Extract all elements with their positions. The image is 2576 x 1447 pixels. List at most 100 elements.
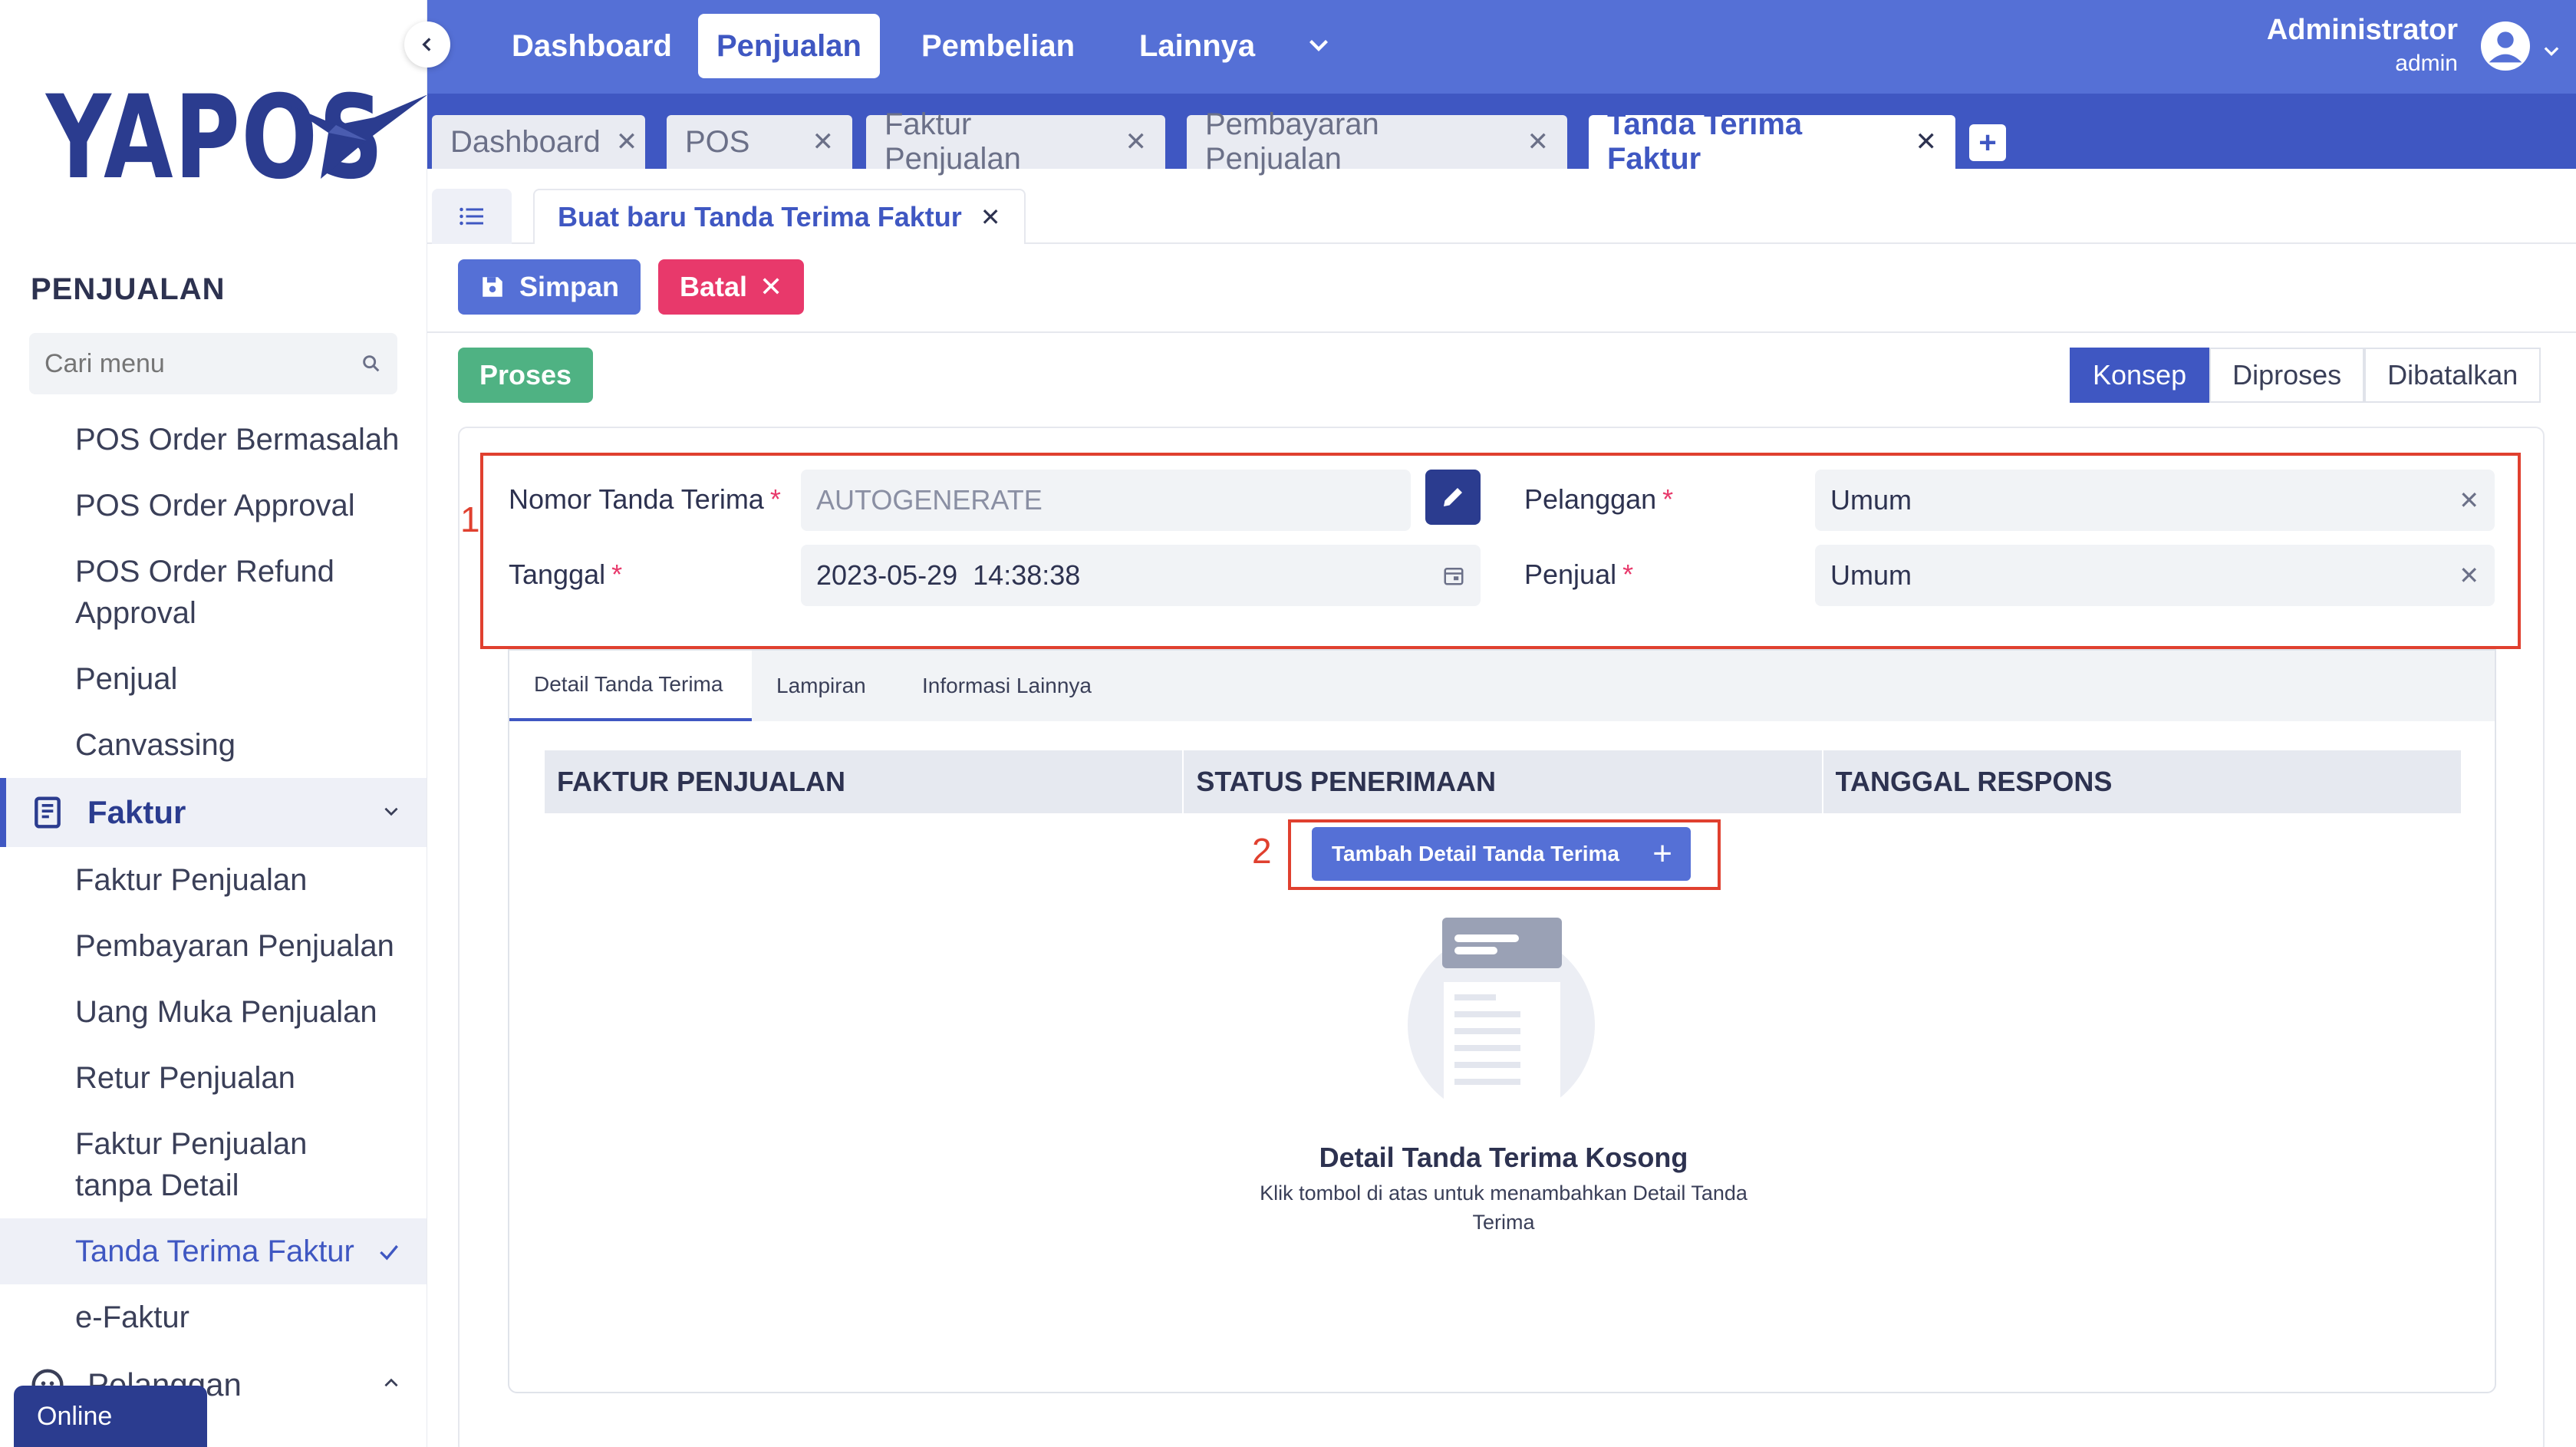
- sidebar-item-e-faktur[interactable]: e-Faktur: [0, 1284, 427, 1350]
- required-marker: *: [611, 559, 623, 590]
- user-menu[interactable]: Administrator admin: [2266, 11, 2576, 87]
- penjual-label-text: Penjual: [1524, 559, 1617, 590]
- nav-penjualan[interactable]: Penjualan: [698, 14, 880, 78]
- sidebar-item-retur-penjualan[interactable]: Retur Penjualan: [0, 1045, 427, 1111]
- nav-pembelian[interactable]: Pembelian: [903, 14, 1093, 78]
- user-name: Administrator: [2266, 14, 2458, 46]
- tanggal-label-text: Tanggal: [509, 559, 606, 590]
- chevron-down-icon[interactable]: [1305, 31, 1332, 58]
- sidebar-item-label: Tanda Terima Faktur: [75, 1234, 354, 1268]
- sidebar-search-input[interactable]: [44, 348, 351, 379]
- edit-number-button[interactable]: [1425, 470, 1481, 525]
- sidebar-item-faktur-penjualan[interactable]: Faktur Penjualan: [0, 847, 427, 913]
- column-header: STATUS PENERIMAAN: [1184, 750, 1823, 813]
- tab-buat-baru[interactable]: Buat baru Tanda Terima Faktur ✕: [533, 189, 1026, 244]
- sidebar-item-pos-order-refund-approval[interactable]: POS Order Refund Approval: [0, 539, 368, 646]
- sidebar-item-faktur-tanpa-detail[interactable]: Faktur Penjualan tanpa Detail: [0, 1111, 414, 1218]
- step-diproses: Diproses: [2209, 348, 2365, 403]
- chevron-left-icon: [422, 38, 431, 51]
- sidebar-item-pos-order-approval[interactable]: POS Order Approval: [0, 473, 427, 539]
- pelanggan-label: Pelanggan *: [1524, 483, 1673, 516]
- sidebar-item-pembayaran-penjualan[interactable]: Pembayaran Penjualan: [0, 913, 427, 979]
- floppy-icon: [483, 277, 502, 297]
- detail-tabs: Detail Tanda Terima Lampiran Informasi L…: [509, 651, 2495, 721]
- calendar-icon[interactable]: [1442, 564, 1465, 587]
- top-navbar: Dashboard Penjualan Pembelian Lainnya Ad…: [427, 0, 2576, 94]
- required-marker: *: [1662, 483, 1674, 515]
- close-icon[interactable]: ✕: [980, 203, 1001, 232]
- tab-dashboard[interactable]: Dashboard ✕: [432, 115, 645, 169]
- nav-dashboard[interactable]: Dashboard: [493, 14, 690, 78]
- yapos-logo[interactable]: YAPOS: [46, 81, 427, 196]
- close-icon[interactable]: ✕: [1900, 127, 1938, 157]
- divider: [427, 331, 2576, 333]
- sidebar-group-label: Faktur: [87, 794, 186, 830]
- empty-state-subtitle: Klik tombol di atas untuk menambahkan De…: [1260, 1182, 1748, 1234]
- tanggal-field[interactable]: 2023-05-29 14:38:38: [801, 545, 1481, 606]
- plus-icon: +: [1652, 835, 1672, 872]
- tab-lampiran[interactable]: Lampiran: [752, 651, 891, 721]
- invoice-icon: [35, 796, 61, 829]
- column-header: FAKTUR PENJUALAN: [545, 750, 1184, 813]
- empty-document-illustration: [1408, 918, 1595, 1109]
- required-marker: *: [769, 483, 781, 515]
- save-button[interactable]: Simpan: [458, 259, 641, 315]
- annotation-number-1: 1: [460, 499, 480, 539]
- close-icon[interactable]: ✕: [1512, 127, 1550, 157]
- tab-tanda-terima-faktur[interactable]: Tanda Terima Faktur ✕: [1589, 107, 1955, 176]
- tab-label: POS: [685, 124, 750, 159]
- sidebar-collapse-button[interactable]: [404, 21, 450, 68]
- tab-label: Dashboard: [450, 124, 601, 159]
- nomor-label-text: Nomor Tanda Terima: [509, 483, 764, 515]
- chevron-up-icon: [384, 1378, 398, 1387]
- list-view-button[interactable]: [432, 189, 512, 244]
- user-role: admin: [2395, 51, 2458, 76]
- nomor-label: Nomor Tanda Terima *: [509, 483, 781, 516]
- sidebar-item-penjual[interactable]: Penjual: [0, 646, 427, 712]
- add-detail-label: Tambah Detail Tanda Terima: [1332, 842, 1619, 865]
- penjual-select[interactable]: Umum ✕: [1815, 545, 2495, 606]
- add-detail-button[interactable]: Tambah Detail Tanda Terima +: [1312, 827, 1691, 881]
- sidebar-item-pos-order-bermasalah[interactable]: POS Order Bermasalah: [0, 407, 427, 473]
- tab-pos[interactable]: POS ✕: [667, 115, 852, 169]
- detail-table-header: FAKTUR PENJUALAN STATUS PENERIMAAN TANGG…: [545, 750, 2462, 813]
- sidebar-section-title: PENJUALAN: [31, 272, 226, 306]
- clear-icon[interactable]: ✕: [2459, 561, 2479, 590]
- tab-informasi-lainnya[interactable]: Informasi Lainnya: [898, 651, 1116, 721]
- penjual-value: Umum: [1830, 559, 1912, 591]
- close-icon[interactable]: ✕: [601, 127, 638, 157]
- clear-icon[interactable]: ✕: [2459, 486, 2479, 515]
- tab-label: Pembayaran Penjualan: [1205, 107, 1379, 176]
- nav-lainnya[interactable]: Lainnya: [1121, 14, 1273, 78]
- proses-button[interactable]: Proses: [458, 348, 594, 403]
- check-icon: [380, 1244, 398, 1261]
- cancel-label: Batal: [680, 271, 748, 302]
- sidebar-menu: POS Order Bermasalah POS Order Approval …: [0, 407, 427, 1419]
- sidebar-item-canvassing[interactable]: Canvassing: [0, 712, 427, 778]
- bird-logo-icon: [282, 94, 427, 179]
- sidebar-search[interactable]: [29, 333, 397, 394]
- close-icon: ✕: [759, 271, 783, 302]
- tab-faktur-penjualan[interactable]: Faktur Penjualan ✕: [866, 107, 1165, 176]
- tab-label: Tanda Terima Faktur: [1607, 107, 1803, 176]
- tab-label: Faktur Penjualan: [884, 107, 1021, 176]
- tab-detail-tanda-terima[interactable]: Detail Tanda Terima: [509, 651, 752, 721]
- status-steps: Konsep Diproses Dibatalkan: [2070, 348, 2541, 403]
- penjual-label: Penjual *: [1524, 559, 1633, 591]
- close-icon[interactable]: ✕: [797, 127, 835, 157]
- cancel-button[interactable]: Batal ✕: [658, 259, 805, 315]
- add-tab-button[interactable]: +: [1969, 124, 2006, 161]
- online-status-badge[interactable]: Online: [14, 1386, 207, 1447]
- pelanggan-select[interactable]: Umum ✕: [1815, 470, 2495, 531]
- step-konsep: Konsep: [2070, 348, 2210, 403]
- nomor-field[interactable]: AUTOGENERATE: [801, 470, 1411, 531]
- chevron-down-icon: [2544, 47, 2559, 56]
- pelanggan-label-text: Pelanggan: [1524, 483, 1657, 515]
- sidebar-group-faktur[interactable]: Faktur: [0, 778, 427, 847]
- tanggal-value: 2023-05-29 14:38:38: [816, 559, 1081, 591]
- required-marker: *: [1622, 559, 1634, 590]
- close-icon[interactable]: ✕: [1110, 127, 1148, 157]
- sidebar-item-tanda-terima-faktur[interactable]: Tanda Terima Faktur: [0, 1218, 427, 1284]
- sidebar-item-uang-muka-penjualan[interactable]: Uang Muka Penjualan: [0, 979, 427, 1045]
- tab-pembayaran-penjualan[interactable]: Pembayaran Penjualan ✕: [1187, 107, 1567, 176]
